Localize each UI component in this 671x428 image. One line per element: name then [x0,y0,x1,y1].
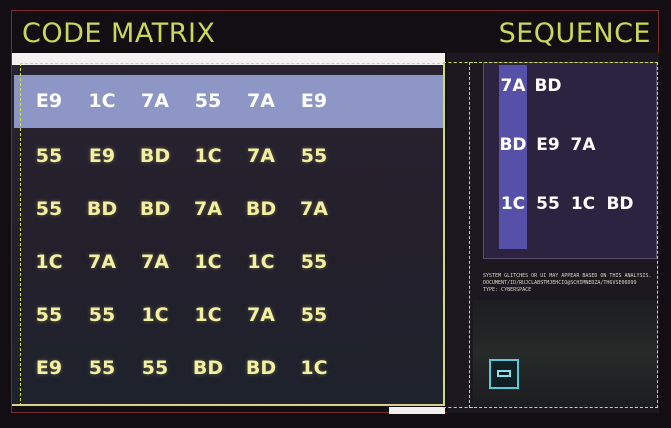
matrix-cell[interactable]: 55 [289,145,339,167]
matrix-cell[interactable]: 55 [24,145,74,167]
matrix-cell[interactable]: E9 [24,90,74,112]
matrix-cell[interactable]: 55 [289,304,339,326]
matrix-cell[interactable]: 7A [77,251,127,273]
matrix-cell[interactable]: 7A [236,145,286,167]
matrix-cell[interactable]: 1C [236,251,286,273]
matrix-bottom-bar [389,407,445,414]
matrix-cell[interactable]: 55 [77,357,127,379]
matrix-cell[interactable]: 7A [289,198,339,220]
matrix-cell[interactable]: BD [183,357,233,379]
matrix-cell[interactable]: 55 [183,90,233,112]
divider-dashed-outline [443,62,473,408]
matrix-cell[interactable]: E9 [24,357,74,379]
matrix-cell[interactable]: E9 [289,90,339,112]
matrix-cell[interactable]: 1C [289,357,339,379]
sequence-title: SEQUENCE [498,18,651,49]
matrix-cell[interactable]: 7A [130,90,180,112]
matrix-cell[interactable]: BD [236,357,286,379]
matrix-cell[interactable]: BD [130,145,180,167]
matrix-cell[interactable]: 7A [130,251,180,273]
code-matrix-title: CODE MATRIX [22,18,216,49]
matrix-cell[interactable]: 55 [77,304,127,326]
matrix-cell[interactable]: 7A [236,304,286,326]
matrix-cell[interactable]: 7A [236,90,286,112]
matrix-cell[interactable]: 1C [183,251,233,273]
matrix-cell[interactable]: 55 [289,251,339,273]
matrix-top-bar [12,53,445,65]
sequence-dashed-outline [469,62,658,408]
matrix-cell[interactable]: 55 [24,198,74,220]
matrix-cell[interactable]: BD [77,198,127,220]
matrix-cell[interactable]: 55 [24,304,74,326]
matrix-cell[interactable]: 1C [130,304,180,326]
matrix-cell[interactable]: 1C [183,304,233,326]
matrix-cell[interactable]: 1C [183,145,233,167]
matrix-cell[interactable]: 55 [130,357,180,379]
breach-chip-icon[interactable] [489,359,519,389]
matrix-cell[interactable]: 1C [77,90,127,112]
chip-inner [497,370,511,377]
matrix-cell[interactable]: E9 [77,145,127,167]
matrix-cell[interactable]: BD [236,198,286,220]
matrix-cell[interactable]: BD [130,198,180,220]
matrix-cell[interactable]: 1C [24,251,74,273]
matrix-cell[interactable]: 7A [183,198,233,220]
